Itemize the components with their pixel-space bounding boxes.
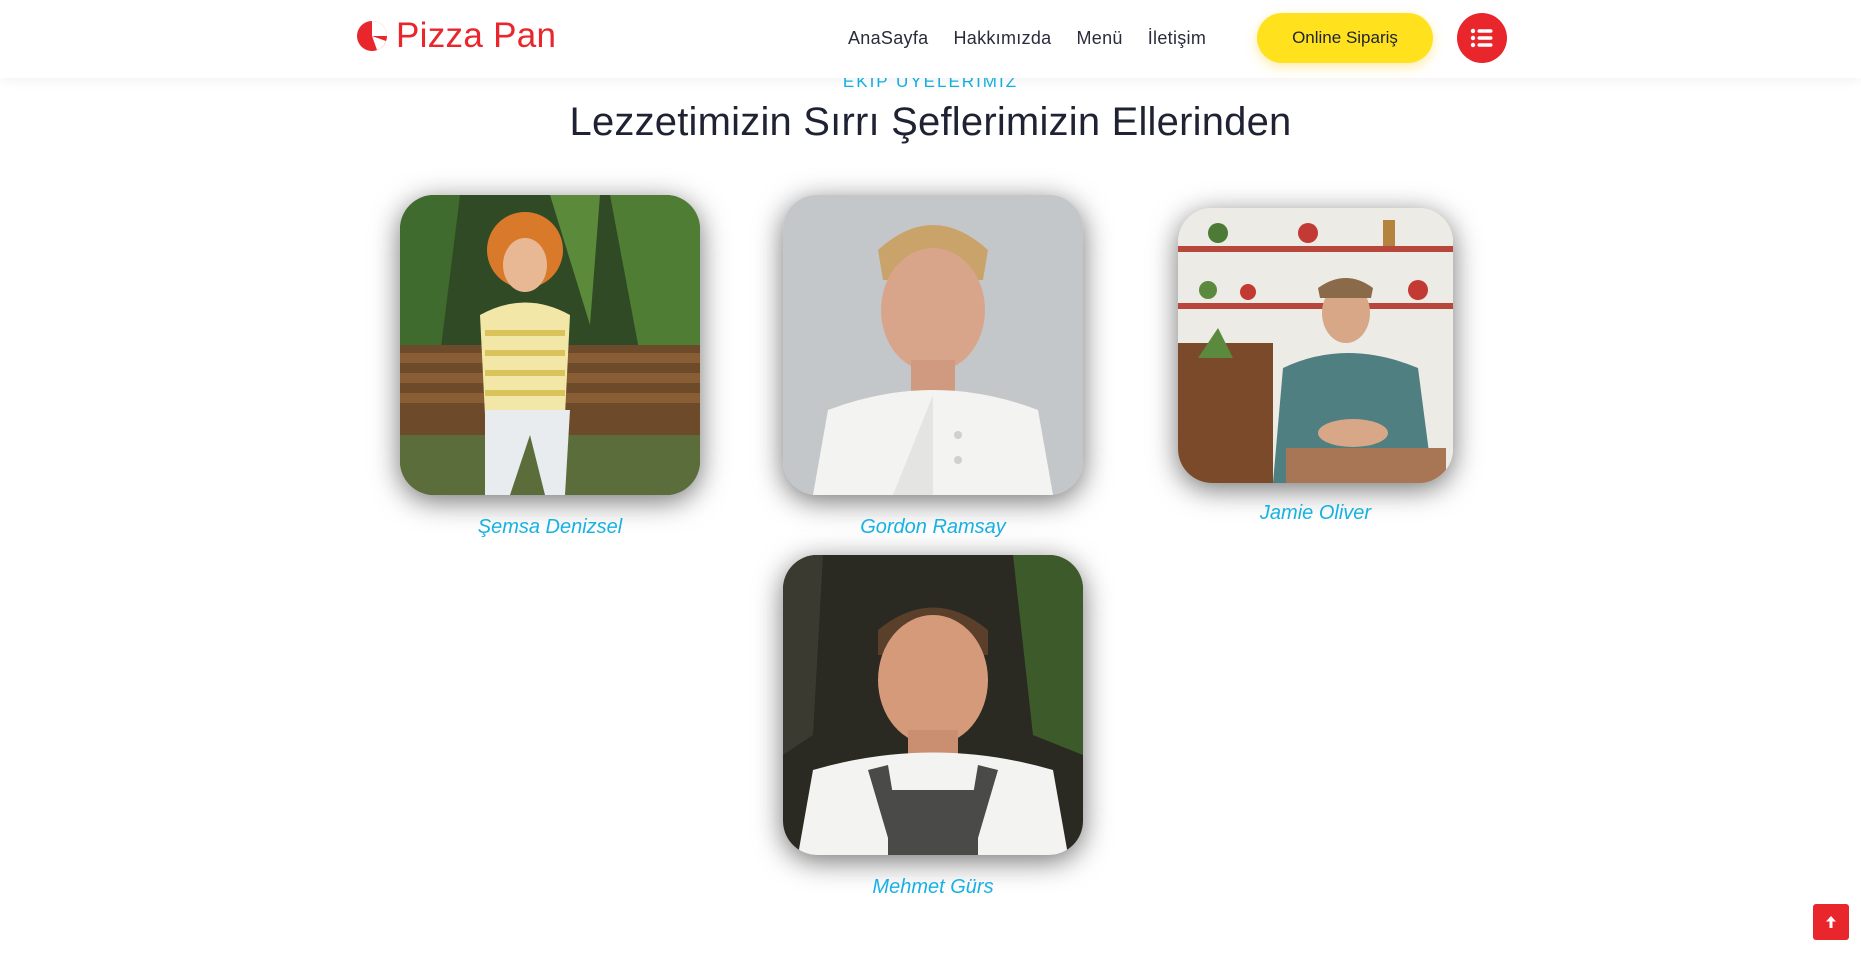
chef-name[interactable]: Gordon Ramsay: [783, 515, 1083, 539]
list-icon: [1470, 28, 1493, 48]
nav-item-menu: Menü: [1077, 24, 1123, 52]
chef-card-mehmet-gurs: Mehmet Gürs: [783, 555, 1083, 905]
chef-name[interactable]: Şemsa Denizsel: [400, 515, 700, 539]
nav-link-menu[interactable]: Menü: [1077, 28, 1123, 48]
nav-link-anasayfa[interactable]: AnaSayfa: [848, 28, 928, 48]
brand-name: Pizza Pan: [396, 16, 557, 55]
arrow-up-icon: [1826, 916, 1836, 928]
pizza-slice-icon: [357, 21, 387, 51]
chef-photo-image: [1178, 208, 1453, 483]
chef-card-jamie-oliver: Jamie Oliver: [1178, 208, 1453, 528]
menu-toggle-button[interactable]: [1457, 13, 1507, 63]
main-nav: AnaSayfa Hakkımızda Menü İletişim: [848, 24, 1206, 52]
chef-photo: [400, 195, 700, 495]
scroll-to-top-button[interactable]: [1813, 904, 1849, 940]
nav-item-hakkimizda: Hakkımızda: [953, 24, 1051, 52]
brand-logo-link[interactable]: Pizza Pan: [356, 18, 556, 54]
chef-photo-image: [783, 555, 1083, 855]
chef-card-semsa-denizsel: Şemsa Denizsel: [400, 195, 700, 545]
chef-photo: [783, 555, 1083, 855]
nav-item-iletisim: İletişim: [1148, 24, 1206, 52]
site-header: Pizza Pan AnaSayfa Hakkımızda Menü İleti…: [0, 0, 1861, 78]
chef-photo: [1178, 208, 1453, 483]
chef-name[interactable]: Mehmet Gürs: [783, 875, 1083, 899]
chef-photo-image: [783, 195, 1083, 495]
nav-item-anasayfa: AnaSayfa: [848, 24, 928, 52]
chef-photo-image: [400, 195, 700, 495]
chef-card-gordon-ramsay: Gordon Ramsay: [783, 195, 1083, 545]
nav-link-hakkimizda[interactable]: Hakkımızda: [953, 28, 1051, 48]
chef-name[interactable]: Jamie Oliver: [1178, 501, 1453, 525]
section-title: Lezzetimizin Sırrı Şeflerimizin Ellerind…: [569, 100, 1292, 144]
chef-photo: [783, 195, 1083, 495]
online-order-button[interactable]: Online Sipariş: [1257, 13, 1433, 63]
nav-link-iletisim[interactable]: İletişim: [1148, 28, 1206, 48]
